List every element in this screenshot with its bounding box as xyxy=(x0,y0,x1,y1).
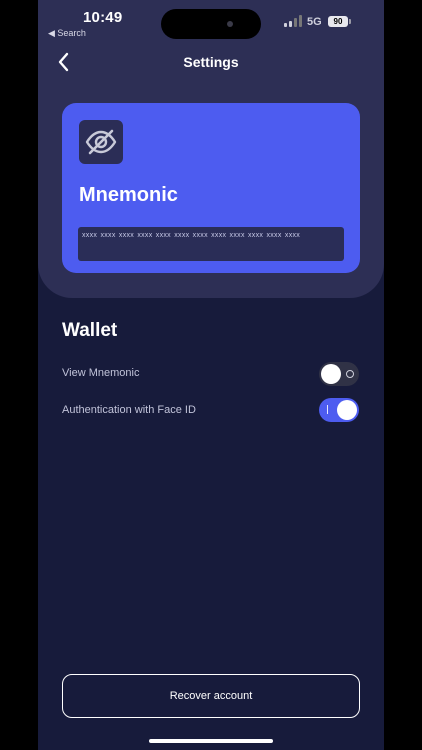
status-time: 10:49 xyxy=(83,9,123,26)
home-indicator xyxy=(149,739,273,743)
app-screen: 10:49 ◀ Search 5G 90 Settings Mnemonic x… xyxy=(38,0,384,750)
battery-icon: 90 xyxy=(328,16,348,27)
signal-icon xyxy=(284,15,302,27)
face-id-toggle[interactable] xyxy=(319,398,359,422)
face-id-label: Authentication with Face ID xyxy=(62,404,196,416)
recover-account-button[interactable]: Recover account xyxy=(62,674,360,718)
mnemonic-phrase: xxxx xxxx xxxx xxxx xxxx xxxx xxxx xxxx … xyxy=(78,227,344,261)
card-title: Mnemonic xyxy=(79,184,178,206)
battery-tip xyxy=(349,19,351,24)
top-panel: 10:49 ◀ Search 5G 90 Settings Mnemonic x… xyxy=(38,0,384,298)
page-title: Settings xyxy=(183,54,239,70)
wallet-section-title: Wallet xyxy=(62,320,118,341)
toggle-knob xyxy=(337,400,357,420)
dynamic-island xyxy=(161,9,261,39)
eye-off-icon[interactable] xyxy=(79,120,123,164)
network-type: 5G xyxy=(307,16,322,28)
toggle-off-mark xyxy=(346,370,354,378)
camera-dot xyxy=(227,21,233,27)
mnemonic-card: Mnemonic xxxx xxxx xxxx xxxx xxxx xxxx x… xyxy=(62,103,360,273)
view-mnemonic-toggle[interactable] xyxy=(319,362,359,386)
view-mnemonic-label: View Mnemonic xyxy=(62,367,140,379)
toggle-knob xyxy=(321,364,341,384)
toggle-on-mark xyxy=(327,405,328,414)
status-back-to-app[interactable]: ◀ Search xyxy=(48,28,86,39)
